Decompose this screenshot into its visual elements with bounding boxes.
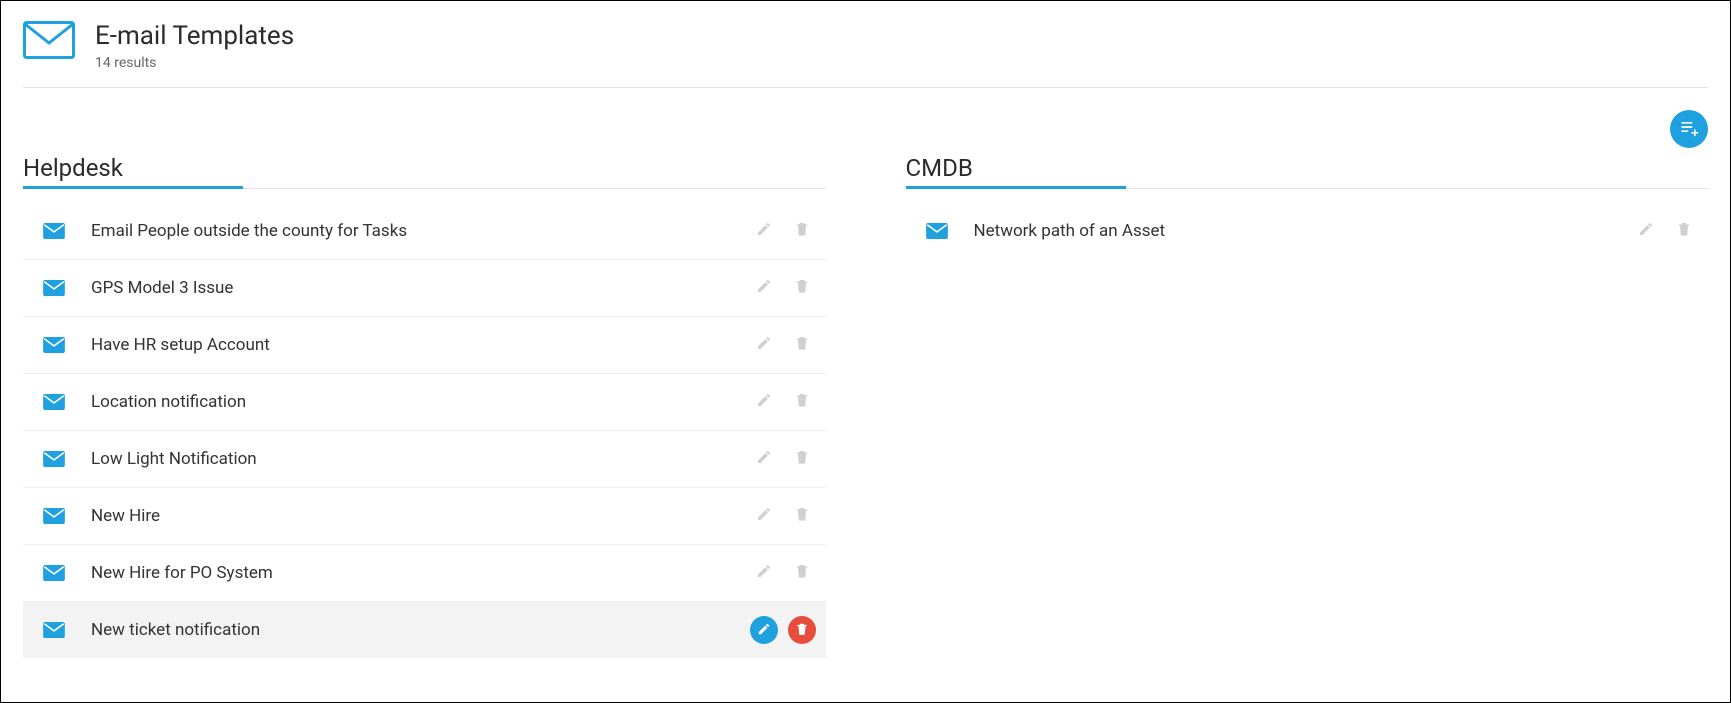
template-label: Network path of an Asset xyxy=(974,221,1633,241)
row-actions xyxy=(750,217,816,245)
page-title: E-mail Templates xyxy=(95,21,294,51)
page-subtitle: 14 results xyxy=(95,55,294,71)
row-actions xyxy=(750,274,816,302)
trash-icon xyxy=(794,506,810,526)
template-label: Have HR setup Account xyxy=(91,335,750,355)
template-label: New ticket notification xyxy=(91,620,750,640)
helpdesk-list: Email People outside the county for Task… xyxy=(23,203,826,658)
pencil-icon xyxy=(756,506,772,526)
edit-button[interactable] xyxy=(750,559,778,587)
delete-button[interactable] xyxy=(788,331,816,359)
delete-button[interactable] xyxy=(788,388,816,416)
trash-icon xyxy=(794,335,810,355)
template-label: GPS Model 3 Issue xyxy=(91,278,750,298)
trash-icon xyxy=(794,278,810,298)
template-label: Low Light Notification xyxy=(91,449,750,469)
template-row[interactable]: New Hire xyxy=(23,487,826,544)
envelope-solid-icon xyxy=(43,337,69,353)
trash-icon xyxy=(1676,221,1692,241)
pencil-icon xyxy=(756,221,772,241)
envelope-icon xyxy=(23,21,75,63)
cmdb-column: CMDB Network path of an Asset xyxy=(906,154,1709,658)
envelope-solid-icon xyxy=(43,394,69,410)
section-title-cmdb: CMDB xyxy=(906,154,1709,189)
envelope-solid-icon xyxy=(43,565,69,581)
section-title-helpdesk: Helpdesk xyxy=(23,154,826,189)
pencil-icon xyxy=(757,621,771,640)
edit-button[interactable] xyxy=(750,274,778,302)
delete-button[interactable] xyxy=(788,217,816,245)
template-label: Location notification xyxy=(91,392,750,412)
add-template-button[interactable] xyxy=(1670,110,1708,148)
template-label: New Hire for PO System xyxy=(91,563,750,583)
template-row[interactable]: GPS Model 3 Issue xyxy=(23,259,826,316)
row-actions xyxy=(750,616,816,644)
helpdesk-column: Helpdesk Email People outside the county… xyxy=(23,154,826,658)
edit-button[interactable] xyxy=(750,388,778,416)
envelope-solid-icon xyxy=(43,280,69,296)
edit-button[interactable] xyxy=(750,502,778,530)
delete-button[interactable] xyxy=(788,445,816,473)
pencil-icon xyxy=(756,392,772,412)
row-actions xyxy=(1632,217,1698,245)
envelope-solid-icon xyxy=(43,223,69,239)
template-row[interactable]: Network path of an Asset xyxy=(906,203,1709,259)
delete-button[interactable] xyxy=(788,559,816,587)
delete-button[interactable] xyxy=(788,274,816,302)
pencil-icon xyxy=(756,449,772,469)
row-actions xyxy=(750,445,816,473)
list-add-icon xyxy=(1679,117,1699,141)
delete-button[interactable] xyxy=(788,502,816,530)
pencil-icon xyxy=(756,563,772,583)
edit-button[interactable] xyxy=(750,217,778,245)
trash-icon xyxy=(794,221,810,241)
template-label: New Hire xyxy=(91,506,750,526)
trash-icon xyxy=(794,449,810,469)
delete-button[interactable] xyxy=(788,616,816,644)
pencil-icon xyxy=(1638,221,1654,241)
envelope-solid-icon xyxy=(43,451,69,467)
edit-button[interactable] xyxy=(750,616,778,644)
delete-button[interactable] xyxy=(1670,217,1698,245)
trash-icon xyxy=(795,621,809,640)
row-actions xyxy=(750,559,816,587)
pencil-icon xyxy=(756,335,772,355)
template-row[interactable]: Email People outside the county for Task… xyxy=(23,203,826,259)
envelope-solid-icon xyxy=(926,223,952,239)
edit-button[interactable] xyxy=(750,445,778,473)
pencil-icon xyxy=(756,278,772,298)
template-row[interactable]: Low Light Notification xyxy=(23,430,826,487)
edit-button[interactable] xyxy=(1632,217,1660,245)
envelope-solid-icon xyxy=(43,622,69,638)
template-row[interactable]: Location notification xyxy=(23,373,826,430)
row-actions xyxy=(750,331,816,359)
row-actions xyxy=(750,502,816,530)
trash-icon xyxy=(794,563,810,583)
template-label: Email People outside the county for Task… xyxy=(91,221,750,241)
template-row[interactable]: Have HR setup Account xyxy=(23,316,826,373)
edit-button[interactable] xyxy=(750,331,778,359)
page-header: E-mail Templates 14 results xyxy=(23,21,1708,87)
template-row[interactable]: New ticket notification xyxy=(23,601,826,658)
trash-icon xyxy=(794,392,810,412)
envelope-solid-icon xyxy=(43,508,69,524)
cmdb-list: Network path of an Asset xyxy=(906,203,1709,259)
template-row[interactable]: New Hire for PO System xyxy=(23,544,826,601)
row-actions xyxy=(750,388,816,416)
